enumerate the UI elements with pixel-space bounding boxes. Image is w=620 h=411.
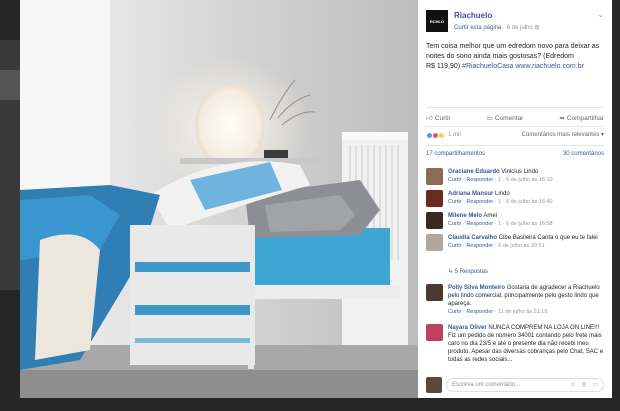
background-page-strip-accent [0, 70, 20, 100]
page-name-link[interactable]: Riachuelo [454, 11, 492, 20]
post-hashtag-link[interactable]: #RiachueloCasa www.riachuelo.com.br [462, 63, 584, 70]
comment-body: Claudia Carvalho Cibe Basileira Canta o … [448, 234, 606, 250]
divider [426, 145, 604, 146]
composer-emoji-camera-icons[interactable]: ☺ ◎ ▭ [570, 381, 600, 388]
comments-count-link[interactable]: 30 comentários [563, 151, 604, 157]
divider [426, 126, 604, 127]
avatar[interactable] [426, 234, 443, 251]
comment-timestamp[interactable]: · 6 de julho às 20:51 [495, 243, 545, 249]
comment-like-reply-links[interactable]: Curtir · Responder [448, 199, 493, 205]
comment-timestamp[interactable]: · 1 · 6 de julho às 16:10 [495, 177, 553, 183]
reaction-count: 1 mil [448, 132, 461, 138]
comment-like-reply-links[interactable]: Curtir · Responder [448, 177, 493, 183]
comment-meta: Curtir · Responder · 1 · 6 de julho às 1… [448, 220, 606, 228]
post-caption-price: R$ 119,90) [426, 63, 463, 70]
chevron-down-icon[interactable]: ⌄ [597, 10, 604, 19]
avatar[interactable] [426, 212, 443, 229]
comment-body: Adriana Mansur Lindo Curtir · Responder ·… [448, 190, 606, 206]
comment-body: Graciane Eduardo Vinicius Lindo Curtir · … [448, 168, 606, 184]
follow-page-link[interactable]: Curtir esta página [454, 25, 501, 31]
post-header: RCHLO Riachuelo Curtir esta página · 6 d… [418, 0, 612, 40]
comment-text: Cibe Basileira Canta o que eu te falei [498, 235, 598, 241]
comment-meta: Curtir · Responder · 11 de julho às 21:1… [448, 308, 606, 316]
commenter-name[interactable]: Polly Silva Monteiro [448, 285, 505, 291]
post-side-panel: RCHLO Riachuelo Curtir esta página · 6 d… [418, 0, 612, 398]
post-caption-text: Tem coisa melhor que um edredom novo par… [426, 43, 600, 60]
comment-body: Nayara Oliver NUNCA COMPREM NA LOJA ON L… [448, 324, 606, 364]
avatar[interactable] [426, 168, 443, 185]
comment-meta: Curtir · Responder · 1 · 6 de julho às 1… [448, 198, 606, 206]
comment-body: Milene Melo Amei Curtir · Responder · 1 ·… [448, 212, 606, 228]
separator-dot: · [503, 25, 506, 31]
avatar[interactable] [426, 284, 443, 301]
avatar [426, 377, 442, 393]
shares-count-link[interactable]: 17 compartilhamentos [426, 151, 485, 157]
comment-body: Polly Silva Monteiro Gostaria de agradec… [448, 284, 606, 316]
comment-text: Vinicius Lindo [501, 169, 539, 175]
comment-text: Lindo [495, 191, 510, 197]
comment-like-reply-links[interactable]: Curtir · Responder [448, 243, 493, 249]
divider [426, 107, 604, 108]
page-subline: Curtir esta página · 6 de julho ◍ [454, 24, 540, 31]
comment-sort-label: Comentários mais relevantes [521, 132, 600, 138]
bedroom-photo-illustration [20, 0, 418, 398]
commenter-name[interactable]: Nayara Oliver [448, 325, 487, 331]
caret-down-icon: ▾ [600, 132, 604, 138]
comment-timestamp[interactable]: · 11 de julho às 21:19 [495, 309, 548, 315]
comment-list: Graciane Eduardo Vinicius Lindo Curtir · … [418, 166, 612, 374]
post-caption: Tem coisa melhor que um edredom novo par… [426, 42, 606, 72]
post-photo[interactable] [20, 0, 418, 398]
share-label: Compartilhar [566, 114, 604, 122]
comment-timestamp[interactable]: · 1 · 6 de julho às 16:40 [495, 199, 553, 205]
comment-icon: ▭ [486, 115, 493, 122]
view-replies-link[interactable]: ↳ 5 Respostas [448, 268, 488, 275]
comment-text: Amei [483, 213, 498, 219]
comment-button[interactable]: ▭ Comentar [487, 112, 524, 124]
comment-composer: Escreva um comentário... ☺ ◎ ▭ [426, 377, 606, 393]
commenter-name[interactable]: Graciane Eduardo [448, 169, 500, 175]
avatar[interactable] [426, 324, 443, 341]
commenter-name[interactable]: Milene Melo [448, 213, 482, 219]
comment-meta: Curtir · Responder · 1 · 6 de julho às 1… [448, 176, 606, 184]
globe-icon: ◍ [534, 25, 540, 31]
post-time[interactable]: 6 de julho [507, 25, 533, 31]
page-logo[interactable]: RCHLO [426, 10, 448, 32]
like-label: Curtir [434, 114, 451, 122]
commenter-name[interactable]: Adriana Mansur [448, 191, 493, 197]
engagement-counts: 17 compartilhamentos 30 comentários [426, 151, 604, 157]
post-actions-bar: 👍︎ Curtir ▭ Comentar ➦ Compartilhar [426, 112, 604, 124]
share-button[interactable]: ➦ Compartilhar [559, 112, 604, 124]
comment-timestamp[interactable]: · 1 · 6 de julho às 16:58 [495, 221, 553, 227]
commenter-name[interactable]: Claudia Carvalho [448, 235, 497, 241]
comment-label: Comentar [494, 114, 524, 122]
like-button[interactable]: 👍︎ Curtir [426, 112, 451, 124]
thumbs-up-icon: 👍︎ [426, 115, 433, 122]
share-icon: ➦ [559, 115, 565, 122]
comment-sort-dropdown[interactable]: Comentários mais relevantes ▾ [522, 131, 604, 138]
comment-meta: Curtir · Responder · 6 de julho às 20:51 [448, 242, 606, 250]
comment-like-reply-links[interactable]: Curtir · Responder [448, 309, 493, 315]
avatar[interactable] [426, 190, 443, 207]
haha-reaction-icon [438, 131, 445, 139]
comment-like-reply-links[interactable]: Curtir · Responder [448, 221, 493, 227]
